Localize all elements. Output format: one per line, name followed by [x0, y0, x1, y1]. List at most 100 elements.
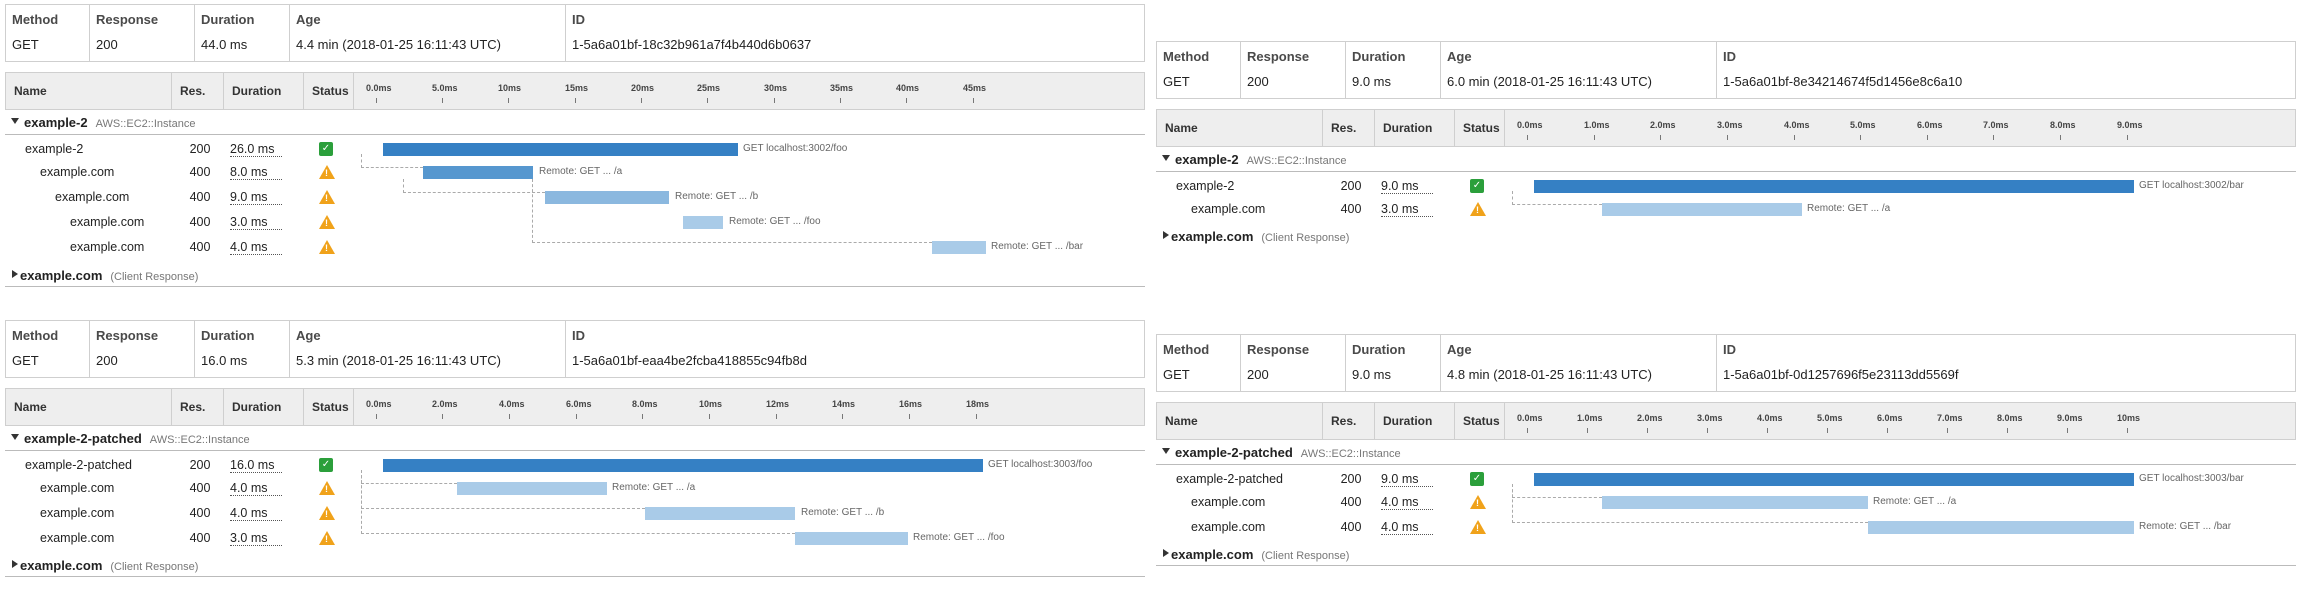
axis-tick: 3.0ms	[1717, 120, 1743, 140]
response-header: Response	[1247, 342, 1310, 357]
client-group-toggle[interactable]: example.com (Client Response)	[5, 263, 1145, 288]
client-type: (Client Response)	[1261, 232, 1350, 244]
timeline-bar[interactable]	[1534, 180, 2134, 193]
segment-row[interactable]: example.com 400 4.0 ms ! Remote: GET ...…	[5, 179, 1145, 260]
axis-tick: 9.0ms	[2057, 413, 2083, 433]
trace-summary: Method GET Response 200 Duration 16.0 ms Ag…	[5, 320, 1145, 378]
check-icon: ✓	[1470, 472, 1484, 486]
timeline-bar[interactable]	[795, 532, 908, 545]
segment-row[interactable]: example-2 200 26.0 ms ✓ GET localhost:30…	[5, 137, 1145, 162]
response-value: 200	[96, 37, 118, 52]
segment-duration[interactable]: 8.0 ms	[230, 165, 282, 180]
name-column-header[interactable]: Name	[6, 73, 172, 109]
check-icon: ✓	[1470, 179, 1484, 193]
method-value: GET	[12, 353, 39, 368]
axis-tick: 6.0ms	[566, 399, 592, 419]
name-column-header[interactable]: Name	[1157, 110, 1323, 146]
service-group-toggle[interactable]: example-2-patched AWS::EC2::Instance	[5, 426, 1145, 451]
res-column-header[interactable]: Res.	[1323, 403, 1375, 439]
timeline-bar[interactable]	[383, 143, 738, 156]
segment-duration[interactable]: 26.0 ms	[230, 142, 282, 157]
axis-tick: 12ms	[766, 399, 790, 419]
client-group-toggle[interactable]: example.com (Client Response)	[1156, 224, 2296, 249]
segment-response: 400	[189, 506, 211, 520]
res-column-header[interactable]: Res.	[172, 73, 224, 109]
warning-icon: !	[319, 481, 335, 495]
status-column-header[interactable]: Status	[304, 73, 354, 109]
id-header: ID	[572, 328, 585, 343]
status-column-header[interactable]: Status	[1455, 403, 1505, 439]
segment-row[interactable]: example.com 400 4.0 ms ! Remote: GET ...…	[1156, 484, 2296, 540]
client-group-toggle[interactable]: example.com (Client Response)	[1156, 542, 2296, 567]
check-icon: ✓	[319, 458, 333, 472]
segment-duration[interactable]: 4.0 ms	[230, 506, 282, 521]
duration-column-header[interactable]: Duration	[1375, 110, 1455, 146]
service-group-toggle[interactable]: example-2 AWS::EC2::Instance	[5, 110, 1145, 135]
status-column-header[interactable]: Status	[304, 389, 354, 425]
segment-row[interactable]: example.com 400 3.0 ms ! Remote: GET ...…	[5, 470, 1145, 551]
res-column-header[interactable]: Res.	[172, 389, 224, 425]
client-group-toggle[interactable]: example.com (Client Response)	[5, 553, 1145, 578]
axis-tick: 8.0ms	[2050, 120, 2076, 140]
segment-duration[interactable]: 9.0 ms	[1381, 472, 1433, 487]
timeline-header: Name Res. Duration Status 0.0ms 1.0ms 2.…	[1156, 402, 2296, 440]
axis-tick: 8.0ms	[632, 399, 658, 419]
response-value: 200	[1247, 74, 1269, 89]
axis-tick: 8.0ms	[1997, 413, 2023, 433]
timeline-bar[interactable]	[1868, 521, 2134, 534]
axis-tick: 25ms	[697, 83, 721, 103]
warning-icon: !	[319, 190, 335, 204]
connector-line	[1512, 191, 1602, 205]
segment-name: example.com	[70, 215, 145, 229]
duration-column-header[interactable]: Duration	[224, 73, 304, 109]
bar-label: Remote: GET ... /foo	[913, 532, 1005, 543]
segment-name: example-2-patched	[1176, 472, 1284, 486]
res-column-header[interactable]: Res.	[1323, 110, 1375, 146]
axis-tick: 9.0ms	[2117, 120, 2143, 140]
segment-duration[interactable]: 4.0 ms	[230, 481, 282, 496]
age-header: Age	[296, 12, 321, 27]
time-axis: 0.0ms 1.0ms 2.0ms 3.0ms 4.0ms 5.0ms 6.0m…	[1505, 110, 2295, 146]
warning-icon: !	[1470, 520, 1486, 534]
axis-tick: 0.0ms	[366, 399, 392, 419]
service-name: example-2-patched	[24, 431, 142, 446]
duration-column-header[interactable]: Duration	[1375, 403, 1455, 439]
axis-tick: 30ms	[764, 83, 788, 103]
trace-panel: Method GET Response 200 Duration 44.0 ms Ag…	[5, 4, 1145, 287]
segment-duration[interactable]: 9.0 ms	[230, 190, 282, 205]
segment-row[interactable]: example.com 400 3.0 ms ! Remote: GET ...…	[1156, 191, 2296, 222]
segment-duration[interactable]: 4.0 ms	[1381, 495, 1433, 510]
timeline-bar[interactable]	[932, 241, 986, 254]
status-column-header[interactable]: Status	[1455, 110, 1505, 146]
age-value: 4.8 min (2018-01-25 16:11:43 UTC)	[1447, 367, 1652, 382]
segment-duration[interactable]: 3.0 ms	[1381, 202, 1433, 217]
caret-right-icon	[12, 270, 18, 278]
name-column-header[interactable]: Name	[1157, 403, 1323, 439]
timeline-header: Name Res. Duration Status 0.0ms 1.0ms 2.…	[1156, 109, 2296, 147]
service-group-toggle[interactable]: example-2-patched AWS::EC2::Instance	[1156, 440, 2296, 465]
id-header: ID	[1723, 342, 1736, 357]
segment-duration[interactable]: 3.0 ms	[230, 531, 282, 546]
time-axis: 0.0ms 1.0ms 2.0ms 3.0ms 4.0ms 5.0ms 6.0m…	[1505, 403, 2295, 439]
segment-duration[interactable]: 4.0 ms	[230, 240, 282, 255]
segment-row[interactable]: example-2 200 9.0 ms ✓ GET localhost:300…	[1156, 174, 2296, 199]
timeline-bar[interactable]	[423, 166, 533, 179]
timeline-header: Name Res. Duration Status 0.0ms 5.0ms 10…	[5, 72, 1145, 110]
duration-header: Duration	[201, 12, 255, 27]
segment-duration[interactable]: 9.0 ms	[1381, 179, 1433, 194]
segment-duration[interactable]: 16.0 ms	[230, 458, 282, 473]
name-column-header[interactable]: Name	[6, 389, 172, 425]
service-group-toggle[interactable]: example-2 AWS::EC2::Instance	[1156, 147, 2296, 172]
trace-panel: Method GET Response 200 Duration 16.0 ms Ag…	[5, 320, 1145, 577]
axis-tick: 45ms	[963, 83, 987, 103]
segment-duration[interactable]: 4.0 ms	[1381, 520, 1433, 535]
duration-column-header[interactable]: Duration	[224, 389, 304, 425]
segment-duration[interactable]: 3.0 ms	[230, 215, 282, 230]
segment-name: example.com	[1191, 202, 1266, 216]
connector-line	[361, 470, 795, 534]
segment-response: 400	[189, 481, 211, 495]
timeline-bar[interactable]	[1602, 203, 1802, 216]
segment-response: 400	[1340, 495, 1362, 509]
bar-label: GET localhost:3003/bar	[2139, 473, 2244, 484]
connector-line	[532, 179, 932, 243]
